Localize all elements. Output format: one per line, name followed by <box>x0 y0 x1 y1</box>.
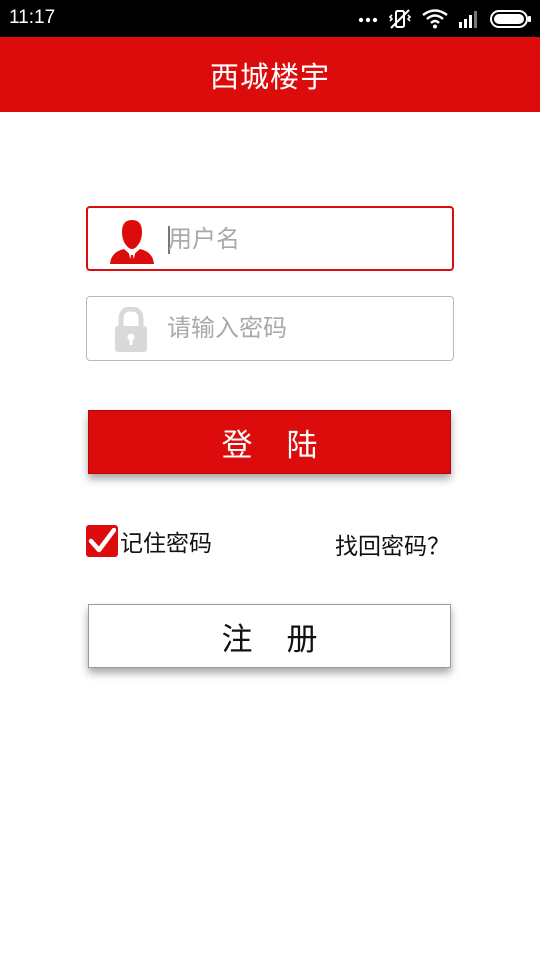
login-button[interactable]: 登陆 <box>88 410 451 474</box>
page-title: 西城楼宇 <box>209 59 330 94</box>
password-input[interactable] <box>167 297 437 358</box>
status-time: 11:17 <box>9 7 56 28</box>
status-bar: 11:17 <box>0 0 540 37</box>
more-dots-icon <box>358 17 378 22</box>
status-icons <box>358 0 532 37</box>
username-input[interactable] <box>168 208 438 269</box>
wifi-icon <box>422 8 448 28</box>
remember-checkbox[interactable] <box>86 525 118 557</box>
forgot-password-link[interactable]: 找回密码？ <box>335 527 450 561</box>
register-button[interactable]: 注册 <box>88 604 451 668</box>
remember-password-toggle[interactable]: 记住密码 <box>86 524 212 558</box>
app-header: 西城楼宇 <box>0 37 540 112</box>
battery-icon <box>490 9 531 28</box>
lock-icon <box>115 307 147 352</box>
signal-icon <box>459 10 477 28</box>
user-icon <box>110 220 154 264</box>
vibrate-muted-icon <box>388 8 412 29</box>
password-field[interactable] <box>86 296 454 361</box>
username-field[interactable] <box>86 206 454 271</box>
remember-password-label: 记住密码 <box>120 531 212 557</box>
checkmark-icon <box>88 528 116 553</box>
